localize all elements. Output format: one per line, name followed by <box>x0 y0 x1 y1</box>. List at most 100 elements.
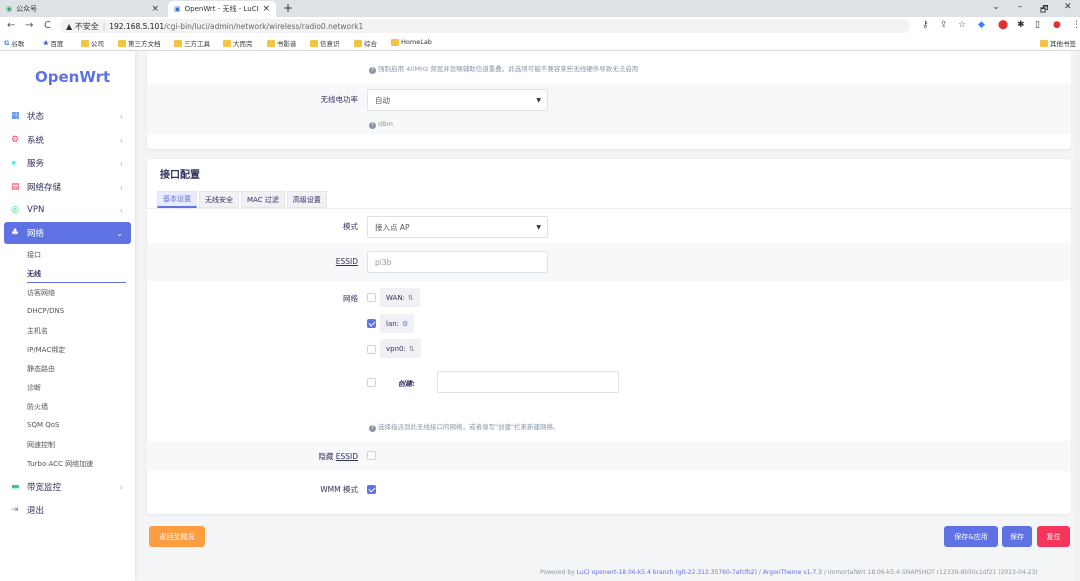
sidebar-item-vpn[interactable]: ◎ VPN › <box>0 199 135 221</box>
sidebar-item-logout[interactable]: ⇥ 退出 <box>0 499 135 521</box>
bookmark-label: 第三方文档 <box>128 40 161 48</box>
star-icon[interactable]: ☆ <box>958 20 966 30</box>
ethernet-icon: ⇅ <box>408 344 415 353</box>
mode-select[interactable]: 接入点 AP ▼ <box>367 216 548 238</box>
menu-icon[interactable]: ⋮ <box>1072 20 1080 30</box>
network-name: lan: <box>386 319 400 328</box>
chevron-right-icon: › <box>119 205 123 215</box>
sidebar-item-status[interactable]: ▦ 状态 › <box>0 105 135 127</box>
folder-icon <box>267 39 275 47</box>
adblock-icon[interactable]: ⬤ <box>998 20 1008 30</box>
save-apply-button[interactable]: 保存&应用 <box>944 526 998 547</box>
bookmark-label: 信意识 <box>320 40 340 48</box>
bookmark-folder[interactable]: 书影音 <box>267 38 297 48</box>
tab-mac-filter[interactable]: MAC 过滤 <box>241 191 285 208</box>
bookmark-folder[interactable]: HomeLab <box>391 38 432 46</box>
submenu-turbo-acc[interactable]: Turbo ACC 网络加速 <box>27 459 93 469</box>
extension-icon[interactable]: ◆ <box>978 20 985 30</box>
hide-essid-checkbox[interactable] <box>367 451 376 460</box>
submenu-hostnames[interactable]: 主机名 <box>27 326 48 336</box>
save-button[interactable]: 保存 <box>1002 526 1032 547</box>
submenu-firewall[interactable]: 防火墙 <box>27 402 48 412</box>
bookmark-folder[interactable]: 三方工具 <box>174 38 210 48</box>
sidebar-item-network[interactable]: ♣ 网络 ⌄ <box>4 222 131 244</box>
tab-security[interactable]: 无线安全 <box>199 191 239 208</box>
section-title: 接口配置 <box>160 170 200 181</box>
theme-link[interactable]: ArgonTheme v1.7.3 <box>763 569 822 576</box>
ethernet-icon: ⇅ <box>407 293 414 302</box>
submenu-interfaces[interactable]: 接口 <box>27 250 41 260</box>
tab-basic[interactable]: 基本设置 <box>157 191 197 208</box>
bookmark-baidu[interactable]: ❀ 百度 <box>43 38 63 48</box>
google-icon: G <box>4 39 10 47</box>
help-icon: ? <box>369 425 376 432</box>
bookmark-folder[interactable]: 信意识 <box>310 38 340 48</box>
reset-button[interactable]: 复位 <box>1037 526 1070 547</box>
hint-text: dBm <box>378 120 393 128</box>
network-vpn0-checkbox[interactable] <box>367 345 376 354</box>
tab-search-icon[interactable]: ⌄ <box>992 2 1000 12</box>
submenu-static-routes[interactable]: 静态路由 <box>27 364 55 374</box>
submenu-dhcp-dns[interactable]: DHCP/DNS <box>27 307 64 315</box>
back-to-overview-button[interactable]: 返回至概况 <box>149 526 205 547</box>
sidebar-item-system[interactable]: ⚙ 系统 › <box>0 129 135 151</box>
openwrt-logo[interactable]: OpenWrt <box>35 68 110 86</box>
puzzle-icon[interactable]: ✱ <box>1017 20 1025 30</box>
sidebar: OpenWrt ▦ 状态 › ⚙ 系统 › ⚹ 服务 › ▤ 网络存储 › ◎ … <box>0 51 135 581</box>
not-secure-badge[interactable]: ▲ 不安全 <box>66 21 99 32</box>
sidebar-item-label: 退出 <box>27 506 45 516</box>
bookmark-folder[interactable]: 综合 <box>354 38 377 48</box>
page-scrollbar[interactable] <box>1075 51 1080 581</box>
other-bookmarks[interactable]: 其他书签 <box>1040 38 1076 48</box>
browser-tab[interactable]: ◉ 公众号 × <box>0 1 165 17</box>
bookmark-label: 百度 <box>50 40 64 48</box>
sidebar-item-label: 服务 <box>27 159 45 169</box>
sidebar-item-bandwidth[interactable]: ▬ 带宽监控 › <box>0 476 135 498</box>
wmm-checkbox[interactable] <box>367 485 376 494</box>
new-tab-button[interactable]: + <box>283 1 293 15</box>
network-lan-checkbox[interactable] <box>367 319 376 328</box>
power-unit-hint: ? dBm <box>369 120 393 129</box>
back-button[interactable]: ← <box>7 20 15 31</box>
share-icon[interactable]: ⇪ <box>940 20 948 30</box>
bookmark-folder[interactable]: 大而完 <box>223 38 253 48</box>
submenu-wireless[interactable]: 无线 <box>27 269 41 279</box>
tx-power-select[interactable]: 自动 ▼ <box>367 89 548 111</box>
close-tab-icon[interactable]: × <box>151 4 159 14</box>
create-network-input[interactable] <box>437 371 619 393</box>
restore-button[interactable]: 🗗 <box>1040 2 1048 18</box>
close-window-button[interactable]: ✕ <box>1064 2 1072 12</box>
browser-tab-active[interactable]: ▣ OpenWrt - 无线 - LuCI × <box>168 1 276 17</box>
profile-icon[interactable]: ● <box>1053 20 1061 30</box>
essid-input[interactable]: pi3b <box>367 251 548 273</box>
chevron-right-icon: › <box>119 482 123 492</box>
tab-title: 公众号 <box>16 5 38 13</box>
bookmark-folder[interactable]: 第三方文档 <box>118 38 161 48</box>
network-create-checkbox[interactable] <box>367 378 376 387</box>
sidebar-item-services[interactable]: ⚹ 服务 › <box>0 152 135 174</box>
services-icon: ⚹ <box>11 158 17 168</box>
submenu-sqm-qos[interactable]: SQM QoS <box>27 421 59 429</box>
luci-link[interactable]: LuCI openwrt-18.06-k5.4 branch (git-22.3… <box>577 569 757 576</box>
bookmark-folder[interactable]: 公司 <box>81 38 104 48</box>
tab-advanced[interactable]: 高级设置 <box>286 191 327 208</box>
submenu-diagnostics[interactable]: 诊断 <box>27 383 41 393</box>
bookmark-label: HomeLab <box>401 38 432 46</box>
network-wan-checkbox[interactable] <box>367 293 376 302</box>
submenu-speed-control[interactable]: 网速控制 <box>27 440 55 450</box>
sidebar-item-nas[interactable]: ▤ 网络存储 › <box>0 176 135 198</box>
sidepanel-icon[interactable]: ▯ <box>1035 20 1040 30</box>
close-tab-icon[interactable]: × <box>262 4 270 14</box>
submenu-guest-network[interactable]: 访客网络 <box>27 288 55 298</box>
bookmark-label: 三方工具 <box>184 40 210 48</box>
bookmark-google[interactable]: G 谷歌 <box>4 38 24 48</box>
htmode-hint: ? 强制启用 40MHz 频宽并忽略辅助信道重叠。此选项可能不兼容某些无线硬件导致… <box>369 63 638 74</box>
minimize-button[interactable]: – <box>1018 2 1023 12</box>
reload-button[interactable]: C <box>44 20 51 31</box>
submenu-ip-mac-binding[interactable]: IP/MAC绑定 <box>27 345 65 355</box>
forward-button[interactable]: → <box>25 20 33 31</box>
create-label: 创建: <box>398 380 415 388</box>
key-icon[interactable]: ⚷ <box>922 20 929 30</box>
sidebar-item-label: 网络存储 <box>27 183 62 193</box>
url-field[interactable]: ▲ 不安全 | 192.168.5.101/cgi-bin/luci/admin… <box>60 19 910 33</box>
